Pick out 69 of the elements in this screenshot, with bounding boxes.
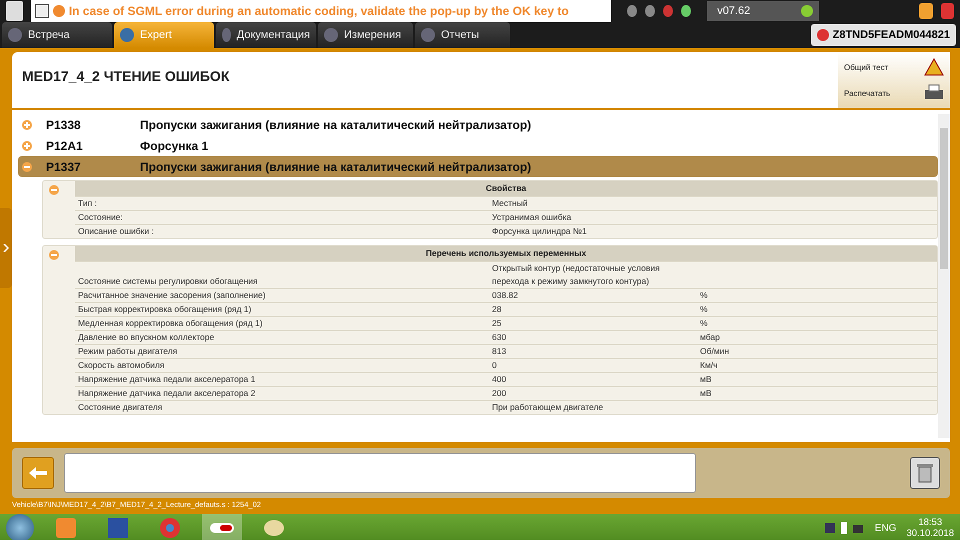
parameter-value: 28	[492, 303, 502, 316]
parameter-value: 200	[492, 387, 508, 400]
parameter-name: Быстрая корректировка обогащения (ряд 1)	[78, 303, 252, 316]
parameter-unit: мбар	[700, 331, 721, 344]
tab[interactable]: Отчеты	[415, 22, 510, 48]
parameter-value: При работающем двигателе	[492, 401, 604, 414]
parameter-name: Описание ошибки :	[78, 225, 155, 238]
parameter-name: Расчитанное значение засорения (заполнение)	[78, 289, 267, 302]
toggle-app-icon[interactable]	[202, 514, 242, 540]
start-button[interactable]	[6, 514, 34, 540]
scrollbar[interactable]	[938, 114, 950, 438]
tray-icons	[824, 521, 865, 535]
parameter-name: Напряжение датчика педали акселератора 1	[78, 373, 256, 386]
collapse-icon[interactable]	[49, 185, 59, 195]
minimize-button[interactable]	[919, 3, 933, 19]
section-header: Свойства	[75, 181, 937, 196]
parameter-name: Давление во впускном коллекторе	[78, 331, 216, 344]
trash-button[interactable]	[910, 457, 940, 489]
arrow-left-icon	[29, 467, 47, 479]
trash-icon	[917, 463, 933, 483]
parameter-value: 400	[492, 373, 508, 386]
tab[interactable]: Измерения	[318, 22, 413, 48]
banner-text: In case of SGML error during an automatic coding, validate the pop-up by the OK key to	[68, 4, 569, 18]
chevron-right-icon	[3, 244, 9, 252]
close-button[interactable]	[940, 3, 954, 19]
collapse-icon[interactable]	[49, 250, 59, 260]
parameter-name: Напряжение датчика педали акселератора 2	[78, 387, 256, 400]
fault-row[interactable]: P1337 Пропуски зажигания (влияние на каталитический нейтрализатор)	[18, 156, 938, 177]
vin-button[interactable]: Z8TND5FEADM044821	[810, 24, 956, 46]
action-link[interactable]: Распечатать	[844, 84, 944, 102]
back-button[interactable]	[22, 457, 54, 489]
tab[interactable]: Встреча	[2, 22, 112, 48]
parameter-value: Открытый контур (недостаточные условия перехода к режиму замкнутого контура)	[492, 262, 661, 288]
parameter-unit: Об/мин	[700, 345, 730, 358]
clock[interactable]: 18:53 30.10.2018	[906, 517, 954, 539]
parameter-unit: Км/ч	[700, 359, 719, 372]
parameter-value: 038.82	[492, 289, 519, 302]
parameter-unit: мВ	[700, 373, 713, 386]
parameter-unit: %	[700, 303, 709, 316]
parameter-name: Скорость автомобиля	[78, 359, 166, 372]
warning-icon	[924, 58, 944, 76]
tab[interactable]: Документация	[216, 22, 316, 48]
section-header: Перечень используемых переменных	[75, 246, 937, 261]
parameter-value: 0	[492, 359, 498, 372]
version-field: v07.62	[707, 1, 820, 21]
parameter-name: Состояние:	[78, 211, 124, 224]
parameter-value: Местный	[492, 197, 529, 210]
expand-icon[interactable]	[34, 4, 49, 18]
parameter-name: Состояние системы регулировки обогащения	[78, 275, 259, 288]
fault-row[interactable]: P12A1 Форсунка 1	[18, 135, 938, 156]
language-indicator[interactable]: ENG	[874, 522, 896, 534]
parameter-name: Медленная корректировка обогащения (ряд 1)	[78, 317, 264, 330]
parameter-unit: %	[700, 289, 709, 302]
parameter-value: 25	[492, 317, 502, 330]
parameter-value: 813	[492, 345, 508, 358]
action-link[interactable]: Общий тест	[844, 58, 944, 76]
printer-icon	[924, 84, 944, 102]
side-expand-tab[interactable]	[0, 208, 12, 288]
parameter-name: Режим работы двигателя	[78, 345, 178, 358]
parameter-unit: мВ	[700, 387, 713, 400]
alert-icon	[52, 5, 65, 17]
parameter-value: Устранимая ошибка	[492, 211, 572, 224]
page-title: MED17_4_2 ЧТЕНИЕ ОШИБОК	[22, 67, 230, 86]
parameter-unit: %	[700, 317, 709, 330]
parameter-value: 630	[492, 331, 508, 344]
parameter-name: Состояние двигателя	[78, 401, 164, 414]
fault-row[interactable]: P1338 Пропуски зажигания (влияние на каталитический нейтрализатор)	[18, 114, 938, 135]
parameter-name: Тип :	[78, 197, 98, 210]
parameter-value: Форсунка цилиндра №1	[492, 225, 588, 238]
